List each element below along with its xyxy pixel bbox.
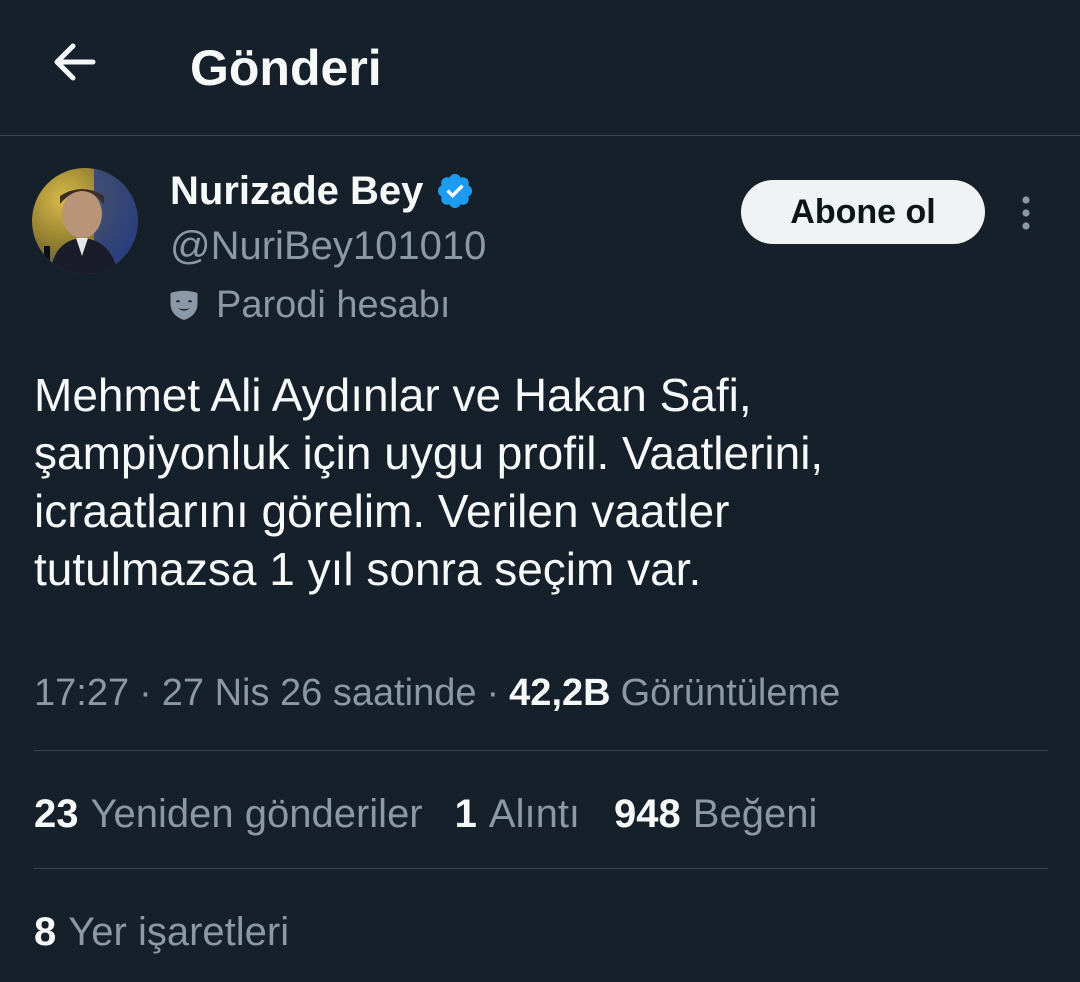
quotes-count: 1 [454,791,477,836]
post-detail-page: Gönderi Nurizade Bey @NuriBey101010 Paro… [0,0,1080,982]
more-vertical-icon [1022,196,1030,230]
engagement-stats: 23 Yeniden gönderiler 1 Alıntı 948 Beğen… [34,786,817,842]
tweet-meta: 17:27 · 27 Nis 26 saatinde · 42,2B Görün… [34,666,840,720]
avatar[interactable] [32,168,138,274]
tweet-text: Mehmet Ali Aydınlar ve Hakan Safi, şampi… [34,369,824,595]
likes-stat[interactable]: 948 Beğeni [614,792,817,837]
views-count[interactable]: 42,2B [509,672,610,715]
parody-account-label: Parodi hesabı [216,283,451,326]
subscribe-button[interactable]: Abone ol [741,180,985,244]
meta-separator: · [139,671,152,714]
views-label[interactable]: Görüntüleme [621,672,841,715]
likes-count: 948 [614,791,681,836]
retweets-count: 23 [34,791,79,836]
meta-separator: · [486,671,500,714]
top-bar: Gönderi [0,0,1080,136]
arrow-left-icon [54,43,96,81]
bookmarks-stat-row: 8 Yer işaretleri [34,904,289,960]
likes-label: Beğeni [692,791,818,836]
display-name-row: Nurizade Bey [170,166,475,216]
back-button[interactable] [42,30,106,94]
bookmarks-count: 8 [34,909,57,954]
verified-badge-icon[interactable] [435,171,475,211]
bookmarks-stat[interactable]: 8 Yer işaretleri [34,910,289,955]
bookmarks-label: Yer işaretleri [68,909,290,954]
more-options-button[interactable] [1006,188,1046,238]
theater-mask-icon [166,287,202,323]
tweet-time[interactable]: 17:27 [34,672,129,715]
page-title: Gönderi [190,40,382,96]
display-name[interactable]: Nurizade Bey [170,169,423,214]
retweets-stat[interactable]: 23 Yeniden gönderiler [34,792,423,837]
quotes-label: Alıntı [488,791,581,836]
parody-label-row: Parodi hesabı [166,280,451,330]
retweets-label: Yeniden gönderiler [90,791,423,836]
tweet-date[interactable]: 27 Nis 26 saatinde [162,672,477,715]
quotes-stat[interactable]: 1 Alıntı [455,792,580,837]
user-handle[interactable]: @NuriBey101010 [170,222,486,270]
divider [34,750,1048,751]
divider [34,868,1048,869]
